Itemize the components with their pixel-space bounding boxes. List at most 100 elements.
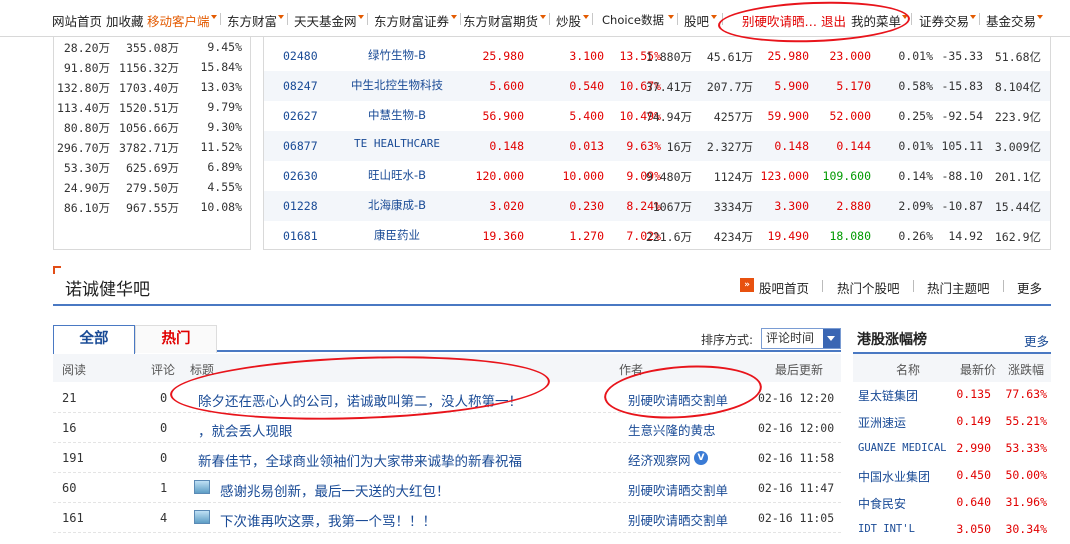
hk-gainer-row[interactable]: IDT INT'L 3.050 30.34% (853, 515, 1051, 542)
header-price: 最新价 (960, 363, 997, 377)
stock-price: 19.360 (482, 229, 524, 243)
post-row: 16 0 ，就会丢人现眼 生意兴隆的黄忠 02-16 12:00 (53, 413, 841, 443)
stock-change: 3.100 (569, 49, 604, 63)
post-comments: 4 (160, 511, 168, 525)
stock-table-row[interactable]: 02630 旺山旺水-B 120.000 10.000 9.09% 9.480万 1124万… (264, 161, 1050, 191)
post-title-link[interactable]: 除夕还在恶心人的公司，诺诚敢叫第二，没人称第一！ (198, 390, 522, 410)
nav-fund-link[interactable]: 天天基金网 (294, 11, 357, 30)
stock-table-row[interactable]: 01228 北海康成-B 3.020 0.230 8.24% 1067万 3334万 3.30… (264, 191, 1050, 221)
left-table-cell: 9.45% (207, 40, 242, 54)
post-comments: 0 (160, 421, 168, 435)
stock-turnover: 0.25% (898, 109, 933, 123)
nav-eastmoney-link[interactable]: 东方财富 (227, 11, 277, 30)
post-title-link[interactable]: ，就会丢人现眼 (198, 420, 293, 440)
stock-market-cap: 3.009亿 (994, 140, 1041, 154)
hk-gainer-row[interactable]: 中食民安 0.640 31.96% (853, 488, 1051, 515)
hk-gainers-more-link[interactable]: 更多 (1024, 331, 1049, 350)
hk-gainer-row[interactable]: 中国水业集团 0.450 50.00% (853, 461, 1051, 488)
chevron-down-icon (540, 15, 546, 19)
hk-stock-name-link[interactable]: 亚洲速运 (858, 414, 906, 431)
post-title-link[interactable]: 新春佳节，全球商业领袖们为大家带来诚挚的新春祝福 (198, 450, 522, 470)
stock-table-row[interactable]: 02627 中慧生物-B 56.900 5.400 10.49% 74.94万 4257万 5… (264, 101, 1050, 131)
post-author-link[interactable]: 别硬吹请晒交割单 (628, 510, 728, 529)
hk-stock-name-link[interactable]: 中食民安 (858, 495, 906, 512)
hk-stock-change-pct: 30.34% (1005, 522, 1047, 536)
nav-trading-link[interactable]: 炒股 (556, 11, 581, 30)
post-updated-time: 02-16 11:58 (758, 451, 835, 465)
post-title-link[interactable]: 感谢兆易创新，最后一天送的大红包！ (220, 480, 450, 500)
tab-hot[interactable]: 热门 (135, 325, 217, 353)
hk-stock-name-link[interactable]: GUANZE MEDICAL (858, 442, 947, 454)
nav-securities-link[interactable]: 东方财富证券 (374, 11, 449, 30)
left-table-cell: 113.40万 (56, 101, 110, 115)
stock-pe: 105.11 (941, 139, 983, 153)
hk-stock-name-link[interactable]: 中国水业集团 (858, 468, 930, 485)
nav-separator (677, 13, 678, 25)
stock-amount: 4234万 (713, 230, 753, 244)
stock-price: 56.900 (482, 109, 524, 123)
nav-logout-link[interactable]: 退出 (821, 11, 846, 30)
hk-gainer-row[interactable]: GUANZE MEDICAL 2.990 53.33% (853, 434, 1051, 461)
stock-low: 109.600 (822, 169, 871, 183)
post-comments: 1 (160, 481, 168, 495)
nav-guba-link[interactable]: 股吧 (684, 11, 709, 30)
hk-gainer-row[interactable]: 亚洲速运 0.149 55.21% (853, 407, 1051, 434)
stock-market-cap: 15.44亿 (994, 200, 1041, 214)
stock-table-row[interactable]: 02480 绿竹生物-B 25.980 3.100 13.55% 1.880万 45.61万… (264, 41, 1050, 71)
post-comments: 0 (160, 451, 168, 465)
stock-low: 23.000 (829, 49, 871, 63)
post-author-link[interactable]: 生意兴隆的黄忠 (628, 420, 716, 439)
post-updated-time: 02-16 12:00 (758, 421, 835, 435)
bar-more-link[interactable]: 更多 (1017, 278, 1042, 297)
hk-gainers-title: 港股涨幅榜 (857, 332, 927, 348)
sort-select[interactable]: 评论时间 (761, 328, 841, 349)
stock-amount: 4257万 (713, 110, 753, 124)
stock-turnover: 0.26% (898, 229, 933, 243)
chevron-down-icon (358, 15, 364, 19)
hk-gainers-header: 名称 最新价 涨跌幅 (853, 354, 1051, 382)
stock-amount: 2.327万 (706, 140, 753, 154)
post-author-link[interactable]: 别硬吹请晒交割单 (628, 390, 728, 409)
stock-turnover: 0.14% (898, 169, 933, 183)
stock-turnover: 0.58% (898, 79, 933, 93)
stock-table-row[interactable]: 08247 中生北控生物科技 5.600 0.540 10.67% 37.41万 207.7… (264, 71, 1050, 101)
sort-label: 排序方式: (701, 333, 754, 347)
stock-volume: 74.94万 (645, 110, 692, 124)
stock-table-row[interactable]: 01681 康臣药业 19.360 1.270 7.02% 221.6万 4234万 19.4… (264, 221, 1050, 251)
left-table-cell: 967.55万 (125, 201, 179, 215)
stock-high: 5.900 (774, 79, 809, 93)
verified-badge-icon: V (694, 451, 708, 465)
hk-gainer-row[interactable]: 星太链集团 0.135 77.63% (853, 380, 1051, 407)
chevron-down-icon[interactable] (823, 329, 840, 348)
nav-mobile-client-link[interactable]: 移动客户端 (147, 11, 210, 30)
nav-home-link[interactable]: 网站首页 (52, 11, 102, 30)
stock-price: 0.148 (489, 139, 524, 153)
nav-stock-trading-link[interactable]: 证券交易 (919, 11, 969, 30)
hk-stock-change-pct: 77.63% (1005, 387, 1047, 401)
stock-turnover: 0.01% (898, 49, 933, 63)
stock-low: 52.000 (829, 109, 871, 123)
nav-my-menu-link[interactable]: 我的菜单 (851, 11, 901, 30)
nav-favorite-link[interactable]: 加收藏 (106, 11, 144, 30)
hk-stock-name-link[interactable]: IDT INT'L (858, 523, 915, 535)
nav-fund-trading-link[interactable]: 基金交易 (986, 11, 1036, 30)
post-title-link[interactable]: 下次谁再吹这票，我第一个骂！！！ (220, 510, 436, 530)
bar-home-link[interactable]: 股吧首页 (759, 278, 809, 297)
nav-separator (287, 13, 288, 25)
nav-choice-link[interactable]: Choice数据 (602, 12, 664, 28)
hot-topic-bars-link[interactable]: 热门主题吧 (927, 278, 990, 297)
stock-market-cap: 201.1亿 (994, 170, 1041, 184)
stock-table-row[interactable]: 06877 TE HEALTHCARE 0.148 0.013 9.63% 16万 2.32… (264, 131, 1050, 161)
nav-username-link[interactable]: 别硬吹请晒… (742, 11, 817, 30)
hot-stock-bars-link[interactable]: 热门个股吧 (837, 278, 900, 297)
post-author-link[interactable]: 经济观察网 (628, 450, 691, 469)
header-change-pct: 涨跌幅 (1008, 363, 1045, 377)
nav-futures-link[interactable]: 东方财富期货 (463, 11, 538, 30)
left-table-cell: 1056.66万 (119, 121, 179, 135)
tab-all[interactable]: 全部 (53, 325, 135, 354)
hk-stock-name-link[interactable]: 星太链集团 (858, 387, 918, 404)
post-author-link[interactable]: 别硬吹请晒交割单 (628, 480, 728, 499)
post-reads: 60 (62, 481, 77, 495)
stock-market-cap: 8.104亿 (994, 80, 1041, 94)
left-table-cell: 11.52% (200, 140, 242, 154)
